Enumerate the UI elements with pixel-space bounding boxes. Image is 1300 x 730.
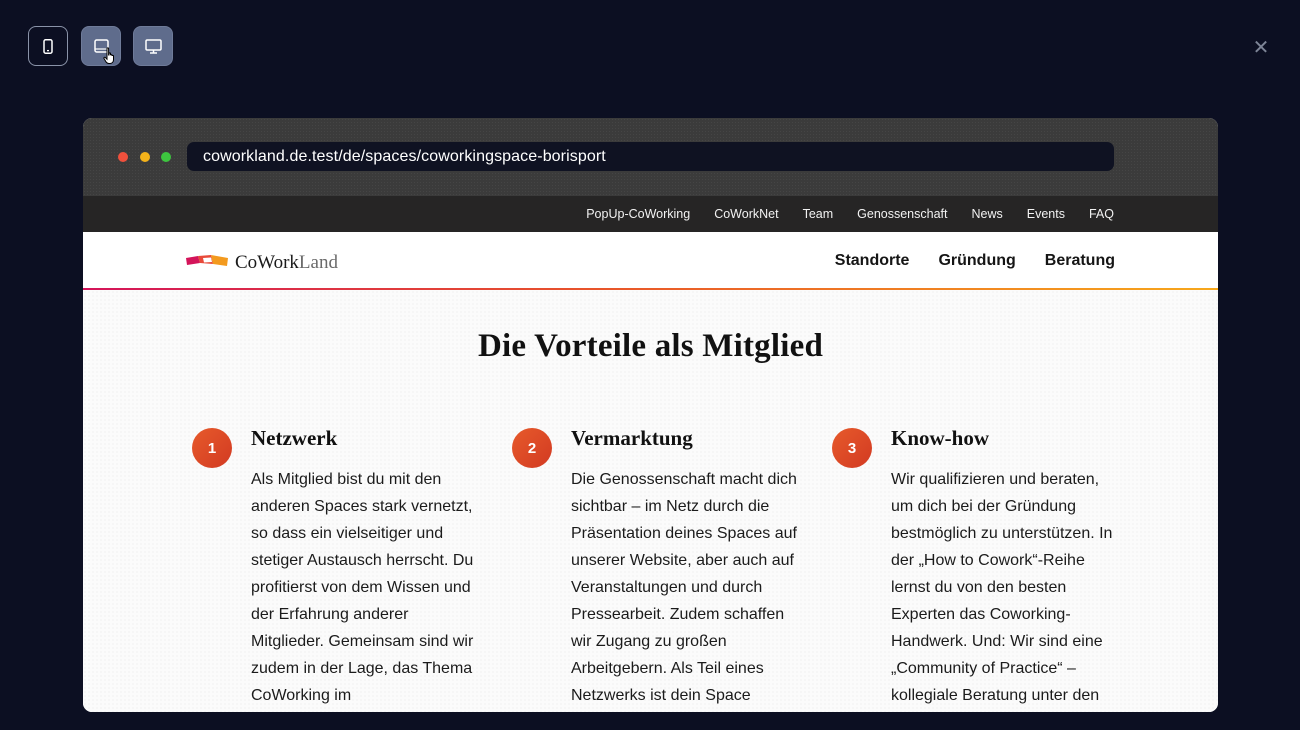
nav-beratung[interactable]: Beratung <box>1045 252 1115 270</box>
feature-card: 2 Vermarktung Die Genossenschaft macht d… <box>512 426 811 709</box>
main-nav: Standorte Gründung Beratung <box>835 232 1115 290</box>
nav-standorte[interactable]: Standorte <box>835 252 910 270</box>
topbar-link-coworknet[interactable]: CoWorkNet <box>714 207 778 221</box>
mobile-view-button[interactable] <box>28 26 68 66</box>
feature-number-badge: 3 <box>832 428 872 468</box>
feature-card: 1 Netzwerk Als Mitglied bist du mit den … <box>192 426 491 709</box>
feature-title: Know-how <box>891 426 990 450</box>
feature-number-badge: 1 <box>192 428 232 468</box>
desktop-icon <box>144 38 162 54</box>
logo-text-main: CoWork <box>235 252 299 273</box>
mobile-icon <box>43 38 53 54</box>
topbar-link-genossenschaft[interactable]: Genossenschaft <box>857 207 947 221</box>
topbar-link-team[interactable]: Team <box>803 207 834 221</box>
topbar-nav: PopUp-CoWorking CoWorkNet Team Genossens… <box>586 196 1114 232</box>
topbar-link-news[interactable]: News <box>972 207 1003 221</box>
topbar-link-popup-coworking[interactable]: PopUp-CoWorking <box>586 207 690 221</box>
topbar-link-events[interactable]: Events <box>1027 207 1065 221</box>
nav-gruendung[interactable]: Gründung <box>938 252 1015 270</box>
section-title: Die Vorteile als Mitglied <box>477 328 824 364</box>
window-minimize-dot[interactable] <box>140 152 150 162</box>
close-icon: ✕ <box>1252 35 1270 59</box>
logo-mark-icon <box>186 253 229 274</box>
feature-card: 3 Know-how Wir qualifizieren und beraten… <box>832 426 1131 709</box>
desktop-view-button[interactable] <box>133 26 173 66</box>
window-close-dot[interactable] <box>118 152 128 162</box>
logo-text: CoWorkLand <box>235 252 338 274</box>
window-maximize-dot[interactable] <box>161 152 171 162</box>
feature-title: Vermarktung <box>571 426 693 450</box>
close-button[interactable]: ✕ <box>1250 35 1272 59</box>
feature-text: Wir qualifizieren und beraten, um dich b… <box>891 471 1113 704</box>
site-topbar: PopUp-CoWorking CoWorkNet Team Genossens… <box>83 196 1218 232</box>
topbar-link-faq[interactable]: FAQ <box>1089 207 1114 221</box>
browser-titlebar: coworkland.de.test/de/spaces/coworkingsp… <box>83 118 1218 196</box>
site-logo[interactable]: CoWorkLand <box>186 252 338 274</box>
feature-text: Die Genossenschaft macht dich sichtbar –… <box>571 471 797 704</box>
site-header: CoWorkLand Standorte Gründung Beratung <box>83 232 1218 290</box>
hand-cursor-icon <box>103 47 117 70</box>
feature-title: Netzwerk <box>251 426 338 450</box>
address-bar[interactable]: coworkland.de.test/de/spaces/coworkingsp… <box>187 142 1114 171</box>
feature-text: Als Mitglied bist du mit den anderen Spa… <box>251 471 474 704</box>
logo-text-light: Land <box>298 252 338 273</box>
browser-window: coworkland.de.test/de/spaces/coworkingsp… <box>83 118 1218 712</box>
feature-number-badge: 2 <box>512 428 552 468</box>
